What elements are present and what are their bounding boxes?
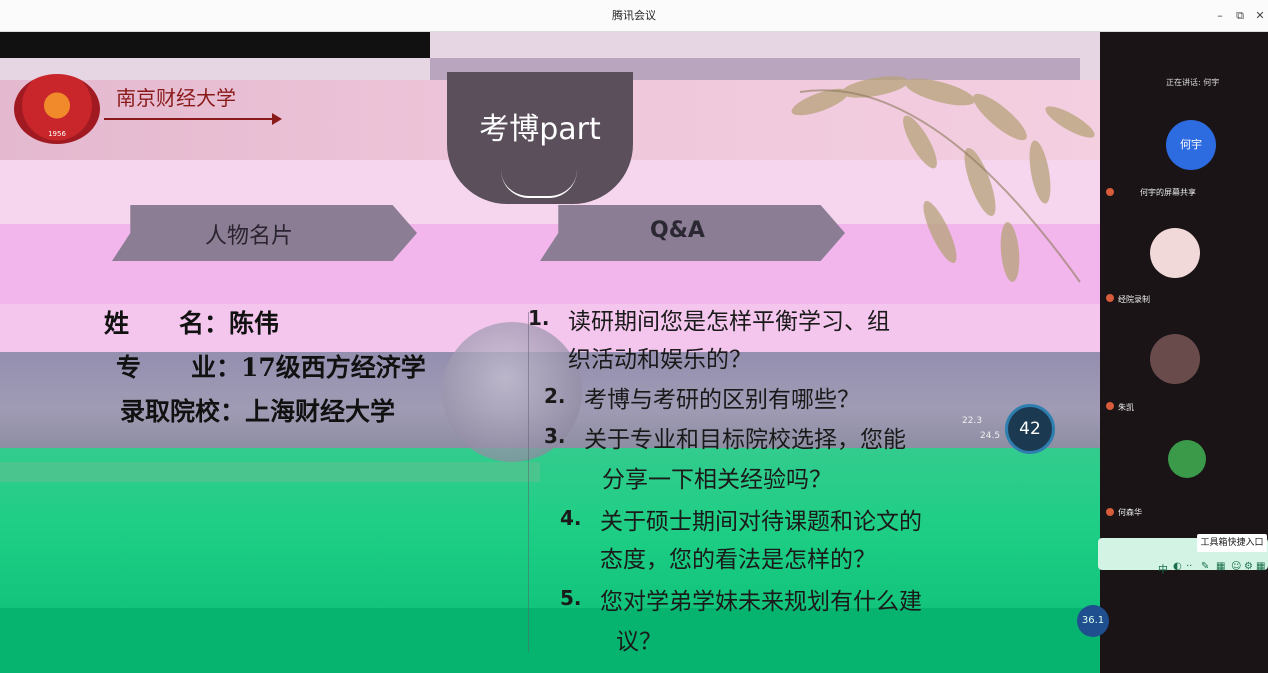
- participant-sidebar: 正在讲话: 何宇 何宇 何宇的屏幕共享 经院录制 朱凯 何森华: [1100, 32, 1268, 673]
- campus-ground-image: [0, 462, 540, 482]
- university-logo: 1956: [14, 74, 100, 144]
- window-title: 腾讯会议: [612, 9, 656, 22]
- minimize-button[interactable]: –: [1212, 8, 1228, 24]
- restore-button[interactable]: ⧉: [1232, 8, 1248, 24]
- question-line: 关于硕士期间对待课题和论文的: [600, 509, 922, 535]
- question-line: 织活动和娱乐的？: [568, 347, 752, 373]
- question-line: 关于专业和目标院校选择，您能: [584, 427, 906, 453]
- participant-avatar[interactable]: 何宇: [1166, 120, 1216, 170]
- participant-name: 何森华: [1118, 508, 1142, 517]
- more-icon[interactable]: ··: [1186, 561, 1192, 572]
- moon-icon[interactable]: ◐: [1173, 561, 1182, 572]
- leaves-decoration: [791, 76, 1095, 283]
- participant-avatar[interactable]: [1168, 440, 1206, 478]
- gear-icon[interactable]: ⚙: [1244, 561, 1253, 572]
- close-button[interactable]: ✕: [1252, 8, 1268, 24]
- participant-avatar[interactable]: [1150, 228, 1200, 278]
- question-line: 考博与考研的区别有哪些？: [584, 387, 860, 413]
- window-titlebar: 腾讯会议 – ⧉ ✕: [0, 0, 1268, 32]
- mic-icon: [1106, 508, 1114, 516]
- question-line: 态度，您的看法是怎样的？: [600, 547, 876, 573]
- participant-name: 经院录制: [1118, 295, 1150, 304]
- grid-icon[interactable]: ▦: [1216, 561, 1225, 572]
- mic-icon: [1106, 294, 1114, 302]
- question-line: 您对学弟学妹未来规划有什么建: [600, 589, 922, 615]
- question-line: 读研期间您是怎样平衡学习、组: [568, 309, 890, 335]
- question-number: 3.: [544, 424, 566, 448]
- speaking-indicator: 正在讲话: 何宇: [1166, 78, 1220, 87]
- column-divider: [528, 312, 529, 652]
- school-underline: [104, 118, 274, 120]
- school-name: 南京财经大学: [116, 86, 236, 110]
- participant-name: 何宇的屏幕共享: [1140, 188, 1196, 197]
- time-badge: 36.1: [1077, 605, 1109, 637]
- mic-icon: [1106, 188, 1114, 196]
- participant-name: 朱凯: [1118, 403, 1134, 412]
- participant-avatar[interactable]: [1150, 334, 1200, 384]
- timer-gauge: 42: [1005, 404, 1055, 454]
- badge-arc-decoration: [501, 170, 577, 198]
- shared-screen: 1956 南京财经大学 考博part 人物名片 Q&A 姓 名：陈伟 专 业：1…: [0, 32, 1100, 673]
- arrow-icon: [272, 113, 282, 125]
- question-number: 4.: [560, 506, 582, 530]
- question-line: 分享一下相关经验吗？: [602, 467, 832, 493]
- input-method-icon[interactable]: 中: [1158, 561, 1168, 576]
- section-label-qa: Q&A: [650, 218, 705, 243]
- question-number: 1.: [528, 306, 550, 330]
- mic-icon: [1106, 402, 1114, 410]
- question-number: 2.: [544, 384, 566, 408]
- profile-admission: 录取院校：上海财经大学: [120, 397, 396, 426]
- temp-readout: 22.3: [962, 416, 983, 426]
- slide-title-badge: 考博part: [447, 72, 633, 204]
- toolbox-shortcut-button[interactable]: 工具箱快捷入口: [1197, 534, 1267, 552]
- apps-icon[interactable]: ▦: [1256, 561, 1265, 572]
- question-number: 5.: [560, 586, 582, 610]
- profile-major: 专 业：17级西方经济学: [116, 353, 426, 382]
- section-label-profile: 人物名片: [205, 224, 294, 249]
- question-line: 议？: [616, 629, 662, 655]
- profile-name: 姓 名：陈伟: [104, 309, 280, 338]
- slide-title: 考博part: [479, 112, 601, 147]
- logo-year: 1956: [48, 130, 66, 138]
- smile-icon[interactable]: ☺: [1231, 561, 1241, 572]
- temp-readout: 24.5: [980, 431, 1001, 441]
- pen-icon[interactable]: ✎: [1201, 561, 1209, 572]
